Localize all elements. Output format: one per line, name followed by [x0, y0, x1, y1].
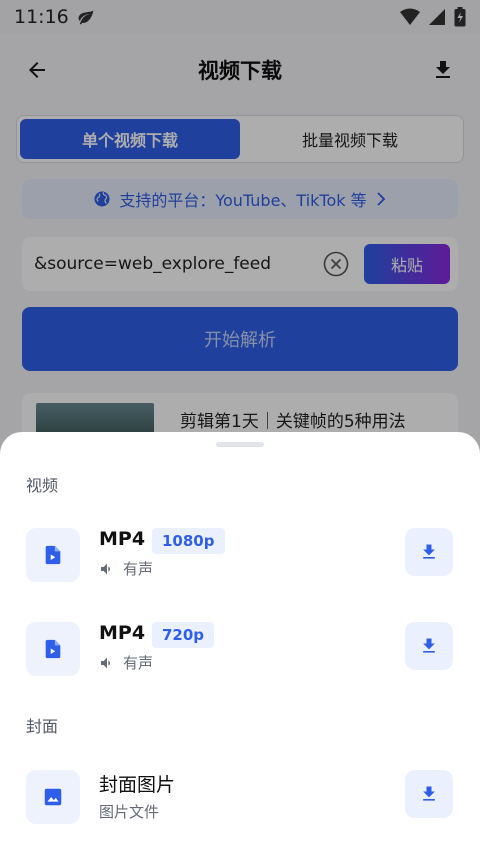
video-file-icon [26, 528, 80, 582]
download-icon [423, 544, 435, 559]
audio-label: 有声 [123, 654, 154, 672]
volume-icon [101, 563, 110, 574]
sheet-drag-handle[interactable] [216, 442, 264, 447]
audio-info: 有声 [99, 652, 153, 673]
back-button[interactable] [20, 53, 54, 87]
download-icon [436, 61, 450, 78]
video-option-row[interactable]: MP4 1080p 有声 [0, 528, 480, 608]
audio-info: 有声 [99, 558, 153, 579]
downloads-button[interactable] [426, 53, 460, 87]
video-format: MP4 [99, 622, 146, 644]
section-label-video: 视频 [26, 476, 59, 495]
video-file-icon [26, 622, 80, 676]
cover-option-row[interactable]: 封面图片 图片文件 [0, 770, 480, 850]
download-button[interactable] [405, 770, 453, 818]
image-file-icon [26, 770, 80, 824]
video-format: MP4 [99, 528, 146, 550]
audio-label: 有声 [123, 560, 154, 578]
quality-badge: 1080p [152, 528, 225, 554]
cover-subtitle: 图片文件 [99, 803, 160, 821]
cover-title: 封面图片 [99, 774, 176, 796]
section-label-cover: 封面 [26, 717, 59, 736]
video-option-row[interactable]: MP4 720p 有声 [0, 622, 480, 702]
volume-icon [101, 657, 110, 668]
download-button[interactable] [405, 528, 453, 576]
back-arrow-icon [29, 62, 45, 78]
download-icon [423, 638, 435, 653]
download-icon [423, 786, 435, 801]
quality-badge: 720p [152, 622, 215, 648]
download-options-sheet: 视频 MP4 1080p 有声 MP4 720p 有声 封面 封面图片 图片文件 [0, 432, 480, 853]
download-button[interactable] [405, 622, 453, 670]
